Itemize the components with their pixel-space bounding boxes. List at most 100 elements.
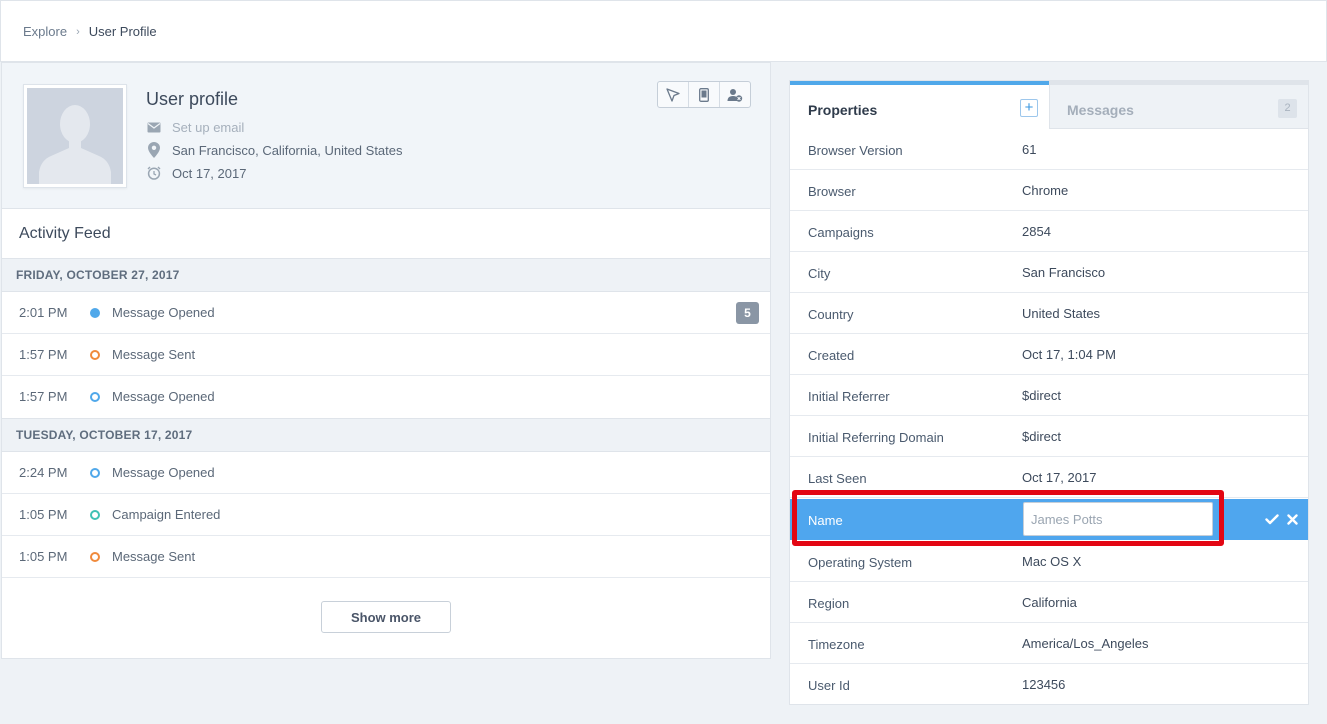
property-row-editing[interactable]: Name — [790, 499, 1308, 540]
property-name: Name — [808, 513, 843, 528]
feed-event[interactable]: 2:24 PM Message Opened — [2, 452, 770, 494]
tab-messages[interactable]: Messages 2 — [1049, 81, 1308, 129]
event-label: Message Sent — [112, 347, 196, 362]
location-text: San Francisco, California, United States — [172, 142, 403, 158]
map-pin-icon — [146, 142, 162, 158]
property-name: Campaigns — [808, 225, 874, 240]
property-value: San Francisco — [1022, 265, 1106, 280]
feed-event[interactable]: 1:57 PM Message Sent — [2, 334, 770, 376]
property-name: Operating System — [808, 555, 913, 570]
event-time: 1:05 PM — [19, 507, 68, 522]
feed-event[interactable]: 1:57 PM Message Opened — [2, 376, 770, 418]
show-more-button[interactable]: Show more — [321, 601, 451, 633]
mobile-device-icon[interactable] — [689, 82, 720, 107]
feed-event[interactable]: 2:01 PM Message Opened 5 — [2, 292, 770, 334]
property-row[interactable]: Operating System Mac OS X — [790, 541, 1308, 582]
event-count-badge: 5 — [736, 302, 759, 324]
cursor-arrow-icon[interactable] — [658, 82, 689, 107]
feed-event[interactable]: 1:05 PM Campaign Entered — [2, 494, 770, 536]
event-time: 1:57 PM — [19, 347, 68, 362]
close-icon[interactable] — [1284, 511, 1300, 527]
property-row[interactable]: Campaigns 2854 — [790, 211, 1308, 252]
messages-count-badge: 2 — [1278, 99, 1297, 118]
created-row: Oct 17, 2017 — [146, 165, 246, 181]
feed-event[interactable]: 1:05 PM Message Sent — [2, 536, 770, 578]
alarm-clock-icon — [146, 165, 162, 181]
property-row[interactable]: Initial Referring Domain $direct — [790, 416, 1308, 457]
event-label: Message Sent — [112, 549, 196, 564]
envelope-icon — [146, 119, 162, 135]
person-silhouette-icon — [27, 88, 123, 184]
property-value: California — [1022, 595, 1077, 610]
property-name: Initial Referrer — [808, 389, 890, 404]
day-header: TUESDAY, OCTOBER 17, 2017 — [2, 418, 770, 452]
breadcrumb: Explore › User Profile — [23, 24, 157, 39]
event-time: 2:01 PM — [19, 305, 68, 320]
property-name: City — [808, 266, 831, 281]
tab-properties[interactable]: Properties + — [790, 81, 1049, 129]
chevron-right-icon: › — [76, 25, 80, 38]
event-time: 1:57 PM — [19, 389, 68, 404]
property-value: $direct — [1022, 388, 1062, 403]
property-row[interactable]: Country United States — [790, 293, 1308, 334]
profile-title: User profile — [146, 89, 239, 109]
location-row: San Francisco, California, United States — [146, 142, 403, 158]
property-row[interactable]: Browser Chrome — [790, 170, 1308, 211]
breadcrumb-explore-link[interactable]: Explore — [23, 24, 67, 39]
property-value: America/Los_Angeles — [1022, 636, 1149, 651]
breadcrumb-current: User Profile — [88, 24, 157, 39]
ring-dot-icon — [90, 350, 100, 360]
property-value: 123456 — [1022, 677, 1066, 692]
checkmark-icon[interactable] — [1264, 511, 1280, 527]
property-row[interactable]: Last Seen Oct 17, 2017 — [790, 457, 1308, 498]
property-row[interactable]: City San Francisco — [790, 252, 1308, 293]
filled-dot-icon — [90, 308, 100, 318]
property-name: Region — [808, 596, 850, 611]
property-row[interactable]: Created Oct 17, 1:04 PM — [790, 334, 1308, 375]
ring-dot-icon — [90, 468, 100, 478]
property-value: $direct — [1022, 429, 1062, 444]
property-row[interactable]: User Id 123456 — [790, 664, 1308, 705]
left-panel: User profile Set up email San Francisco,… — [1, 62, 771, 659]
activity-feed-title: Activity Feed — [19, 225, 111, 242]
profile-tools — [657, 81, 751, 108]
property-value: Mac OS X — [1022, 554, 1082, 569]
property-name: Browser — [808, 184, 856, 199]
tab-properties-label: Properties — [808, 102, 878, 118]
properties-panel: Properties + Messages 2 Browser Version … — [789, 80, 1309, 705]
ring-dot-icon — [90, 510, 100, 520]
property-value: Chrome — [1022, 183, 1069, 198]
remove-user-icon[interactable] — [720, 82, 750, 107]
property-row[interactable]: Browser Version 61 — [790, 129, 1308, 170]
email-row: Set up email — [146, 119, 244, 135]
property-value: Oct 17, 1:04 PM — [1022, 347, 1116, 362]
property-name: Created — [808, 348, 855, 363]
property-name: Timezone — [808, 637, 865, 652]
event-label: Campaign Entered — [112, 507, 221, 522]
setup-email-link[interactable]: Set up email — [172, 120, 244, 135]
property-row[interactable]: Initial Referrer $direct — [790, 375, 1308, 416]
name-input[interactable] — [1023, 502, 1213, 536]
event-label: Message Opened — [112, 465, 215, 480]
property-name: Browser Version — [808, 143, 903, 158]
property-name: Initial Referring Domain — [808, 430, 944, 445]
property-name: User Id — [808, 678, 850, 693]
day-header: FRIDAY, OCTOBER 27, 2017 — [2, 258, 770, 292]
top-bar: Explore › User Profile — [0, 0, 1327, 62]
ring-dot-icon — [90, 552, 100, 562]
property-value: Oct 17, 2017 — [1022, 470, 1097, 485]
tab-messages-label: Messages — [1067, 102, 1134, 118]
event-time: 1:05 PM — [19, 549, 68, 564]
profile-header: User profile Set up email San Francisco,… — [2, 63, 770, 209]
property-name: Country — [808, 307, 854, 322]
property-row[interactable]: Timezone America/Los_Angeles — [790, 623, 1308, 664]
created-date-text: Oct 17, 2017 — [172, 165, 247, 181]
property-row[interactable]: Region California — [790, 582, 1308, 623]
property-value: 61 — [1022, 142, 1037, 157]
event-label: Message Opened — [112, 305, 215, 320]
add-property-button[interactable]: + — [1020, 99, 1038, 117]
ring-dot-icon — [90, 392, 100, 402]
property-name: Last Seen — [808, 471, 867, 486]
property-value: United States — [1022, 306, 1101, 321]
property-value: 2854 — [1022, 224, 1051, 239]
